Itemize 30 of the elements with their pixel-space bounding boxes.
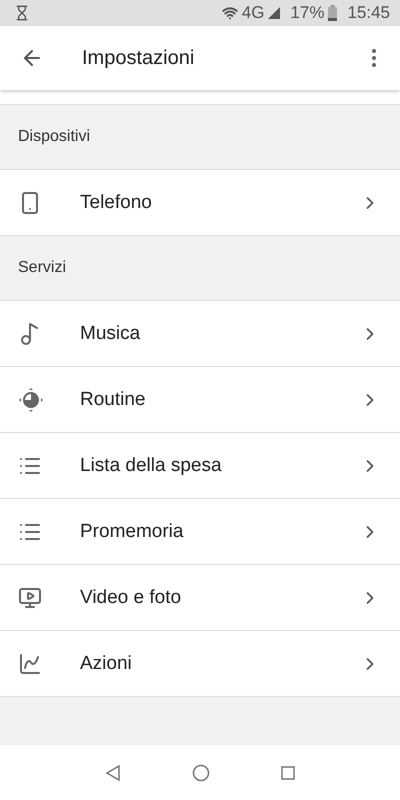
settings-list-item[interactable]: Lista della spesa <box>0 433 400 499</box>
section-title: Dispositivi <box>18 128 90 146</box>
settings-list-item[interactable]: Routine <box>0 367 400 433</box>
battery-icon <box>328 5 338 21</box>
hourglass-icon <box>14 5 30 21</box>
item-label: Musica <box>80 322 142 344</box>
home-nav-icon[interactable] <box>192 764 210 782</box>
item-label: Promemoria <box>80 520 184 542</box>
settings-list-item[interactable]: Azioni <box>0 631 400 697</box>
signal-icon <box>268 7 280 19</box>
settings-list-item[interactable]: Musica <box>0 301 400 367</box>
item-label: Azioni <box>80 652 133 674</box>
item-label: Video e foto <box>80 586 182 608</box>
item-label: Lista della spesa <box>80 454 223 476</box>
clock-time: 15:45 <box>347 3 390 23</box>
item-label: Routine <box>80 388 146 410</box>
recents-nav-icon[interactable] <box>280 766 295 780</box>
settings-list-item[interactable]: Promemoria <box>0 499 400 565</box>
section-title: Servizi <box>18 259 66 277</box>
battery-percent: 17% <box>290 3 324 23</box>
line-chart-icon <box>18 652 42 676</box>
back-nav-icon[interactable] <box>105 764 122 780</box>
page-title: Impostazioni <box>82 46 196 70</box>
sun-moon-icon <box>18 386 44 412</box>
settings-list-item[interactable]: Video e foto <box>0 565 400 631</box>
monitor-play-icon <box>18 586 42 610</box>
network-type: 4G <box>242 3 264 23</box>
item-label: Telefono <box>80 192 153 214</box>
wifi-icon <box>222 5 238 21</box>
settings-list-item[interactable]: Telefono <box>0 170 400 236</box>
